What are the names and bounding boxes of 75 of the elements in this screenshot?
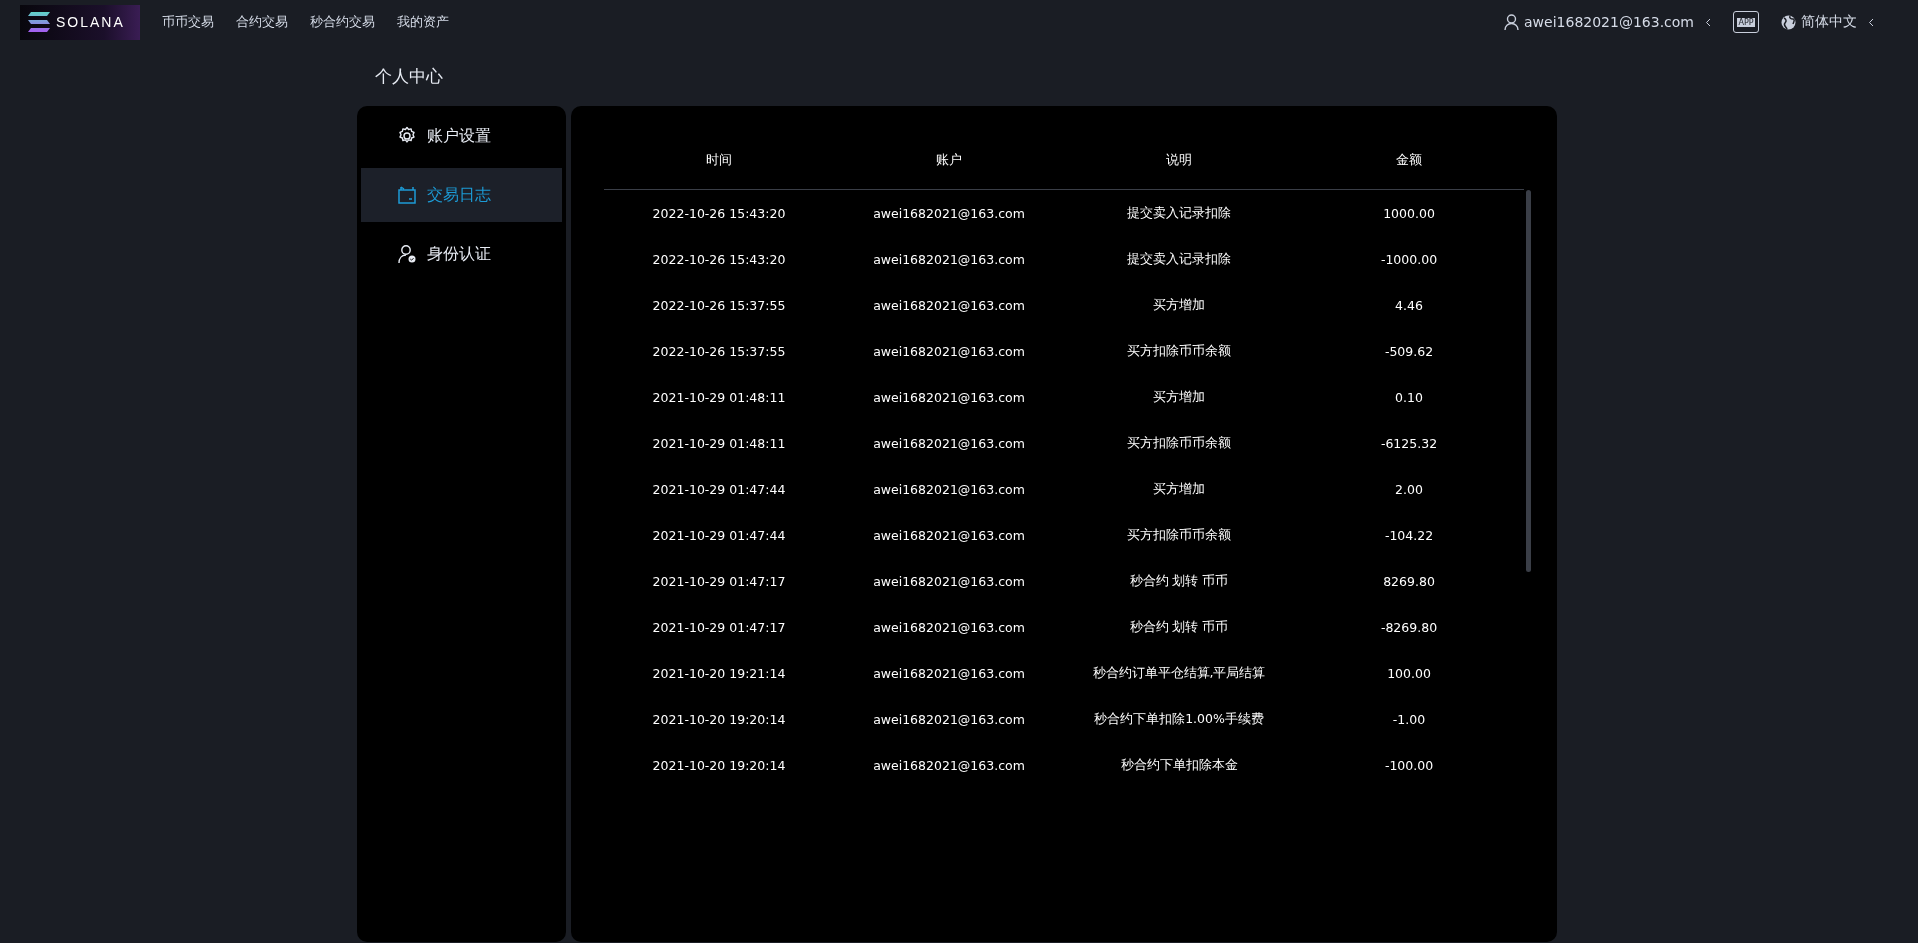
- table-cell: awei1682021@163.com: [873, 665, 1025, 681]
- table-cell: 买方增加: [1153, 296, 1205, 312]
- table-cell: 提交卖入记录扣除: [1127, 204, 1231, 220]
- table-cell: awei1682021@163.com: [873, 527, 1025, 543]
- table-cell: 2022-10-26 15:43:20: [652, 251, 786, 267]
- table-cell: 0.10: [1395, 389, 1423, 405]
- chevron-icon: [1868, 17, 1874, 27]
- table-cell: awei1682021@163.com: [873, 573, 1025, 589]
- table-cell: 100.00: [1387, 665, 1431, 681]
- user-icon: [1504, 14, 1520, 30]
- table-cell: 买方扣除币币余额: [1127, 434, 1231, 450]
- table-cell: awei1682021@163.com: [873, 389, 1025, 405]
- user-menu[interactable]: awei1682021@163.com: [1504, 14, 1711, 30]
- table-cell: -1.00: [1392, 711, 1426, 727]
- table-cell: -8269.80: [1380, 619, 1438, 635]
- solana-logo[interactable]: SOLANA: [20, 4, 140, 40]
- table-cell: 2021-10-29 01:48:11: [652, 435, 786, 451]
- table-cell: -1000.00: [1380, 251, 1438, 267]
- sidebar-item[interactable]: 账户设置: [361, 110, 562, 162]
- table-cell: 买方增加: [1153, 480, 1205, 496]
- app-download-button[interactable]: APP: [1733, 11, 1759, 33]
- table-cell: 秒合约下单扣除本金: [1120, 756, 1238, 772]
- column-header: 金额: [1395, 150, 1423, 169]
- column-header: 账户: [935, 150, 963, 169]
- table-cell: awei1682021@163.com: [873, 435, 1025, 451]
- table-cell: 提交卖入记录扣除: [1127, 250, 1231, 266]
- table-cell: -100.00: [1384, 757, 1434, 773]
- nav-link[interactable]: 合约交易: [236, 13, 288, 31]
- language-menu[interactable]: 简体中文: [1781, 13, 1874, 31]
- table-cell: 买方增加: [1153, 388, 1205, 404]
- table-cell: 2022-10-26 15:37:55: [652, 343, 786, 359]
- column-header: 时间: [705, 150, 733, 169]
- table-cell: 8269.80: [1383, 573, 1435, 589]
- table-cell: 1000.00: [1383, 205, 1435, 221]
- table-cell: awei1682021@163.com: [873, 297, 1025, 313]
- sidebar-item[interactable]: 身份认证: [361, 228, 562, 280]
- globe-icon: [1781, 14, 1796, 30]
- table-cell: 买方扣除币币余额: [1127, 342, 1231, 358]
- nav-link[interactable]: 我的资产: [397, 13, 449, 31]
- user-check-icon: [397, 244, 417, 264]
- table-cell: 2021-10-29 01:47:17: [652, 619, 786, 635]
- table-cell: 秒合约 划转 币币: [1129, 572, 1229, 588]
- table-cell: awei1682021@163.com: [873, 251, 1025, 267]
- table-cell: awei1682021@163.com: [873, 343, 1025, 359]
- table-cell: 秒合约 划转 币币: [1129, 618, 1229, 634]
- table-cell: -104.22: [1384, 527, 1434, 543]
- table-cell: 2021-10-29 01:47:44: [652, 481, 786, 497]
- table-cell: 2021-10-20 19:21:14: [652, 665, 786, 681]
- table-cell: 2021-10-29 01:48:11: [652, 389, 786, 405]
- table-cell: -509.62: [1384, 343, 1434, 359]
- nav-link[interactable]: 币币交易: [162, 13, 214, 31]
- table-cell: 2022-10-26 15:37:55: [652, 297, 786, 313]
- column-header: 说明: [1165, 150, 1193, 169]
- sidebar-item[interactable]: 交易日志: [361, 168, 562, 222]
- chevron-icon: [1705, 17, 1711, 27]
- page-title: 个人中心: [374, 65, 444, 88]
- table-cell: awei1682021@163.com: [873, 205, 1025, 221]
- table-cell: awei1682021@163.com: [873, 757, 1025, 773]
- logo-stripes-icon: [28, 12, 50, 32]
- table-cell: 2021-10-29 01:47:17: [652, 573, 786, 589]
- table-cell: 2021-10-29 01:47:44: [652, 527, 786, 543]
- table-cell: 秒合约下单扣除1.00%手续费: [1094, 710, 1264, 726]
- scrollbar[interactable]: [1526, 190, 1531, 572]
- table-cell: awei1682021@163.com: [873, 481, 1025, 497]
- table-cell: 买方扣除币币余额: [1127, 526, 1231, 542]
- table-cell: 2021-10-20 19:20:14: [652, 711, 786, 727]
- table-cell: awei1682021@163.com: [873, 619, 1025, 635]
- table-cell: awei1682021@163.com: [873, 711, 1025, 727]
- table-cell: 2021-10-20 19:20:14: [652, 757, 786, 773]
- table-cell: -6125.32: [1380, 435, 1438, 451]
- table-cell: 2.00: [1395, 481, 1423, 497]
- table-cell: 2022-10-26 15:43:20: [652, 205, 786, 221]
- table-cell: 4.46: [1395, 297, 1423, 313]
- nav-link[interactable]: 秒合约交易: [310, 13, 375, 31]
- table-cell: 秒合约订单平仓结算,平局结算: [1092, 664, 1266, 680]
